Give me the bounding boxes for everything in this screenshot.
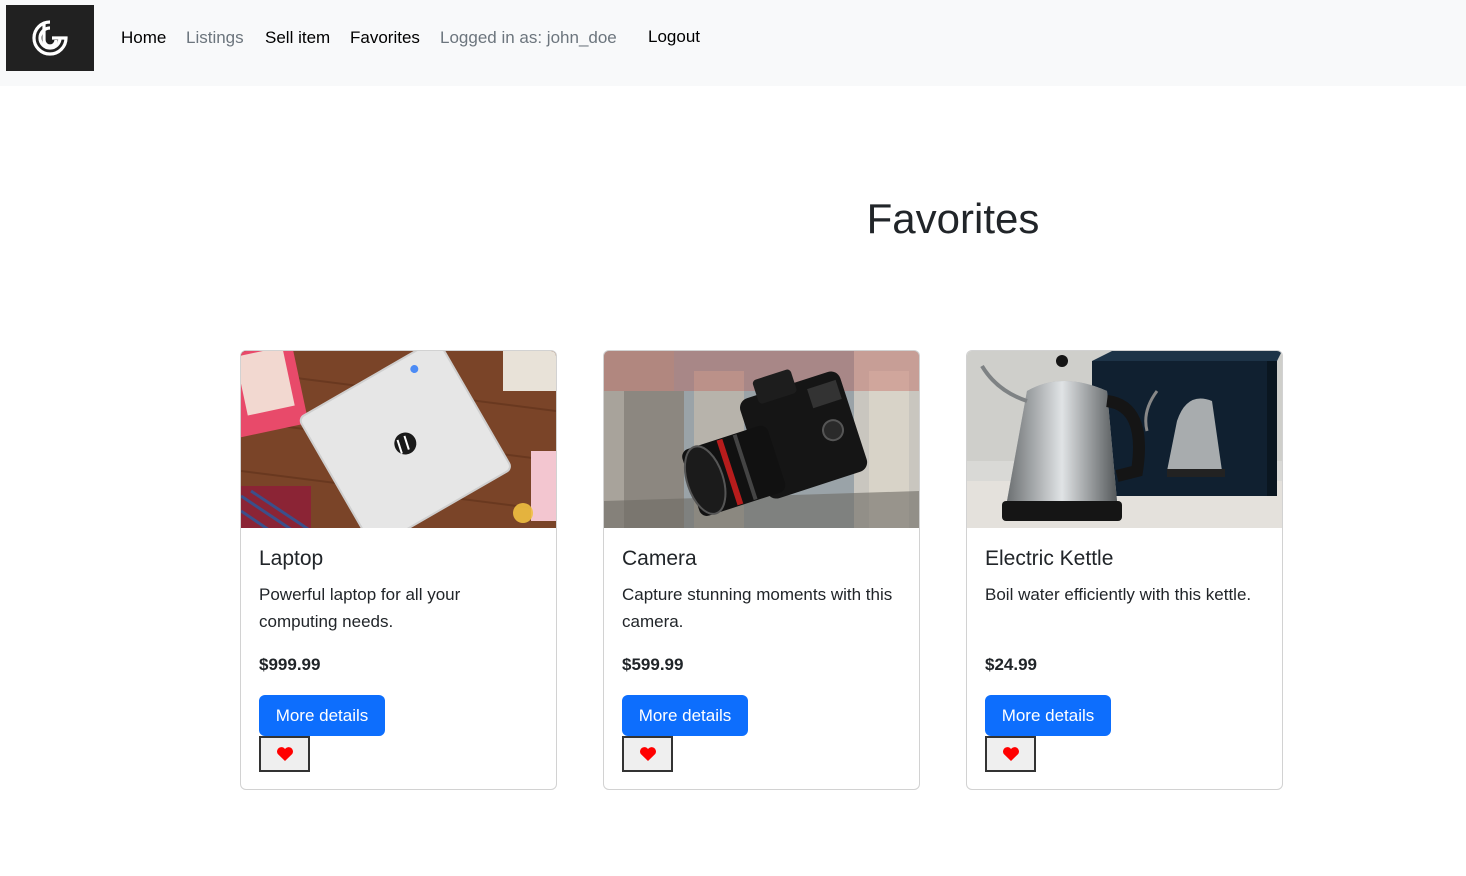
more-details-button[interactable]: More details xyxy=(622,695,748,736)
product-image-laptop xyxy=(241,351,556,528)
nav-listings[interactable]: Listings xyxy=(186,26,244,50)
product-image-camera xyxy=(604,351,919,528)
product-price: $24.99 xyxy=(985,655,1037,674)
product-description: Boil water efficiently with this kettle. xyxy=(985,585,1252,604)
brand-logo-icon xyxy=(32,20,68,56)
nav-favorites[interactable]: Favorites xyxy=(350,26,420,50)
product-title: Camera xyxy=(622,547,697,570)
product-title: Electric Kettle xyxy=(985,547,1114,570)
brand-logo[interactable] xyxy=(6,5,94,71)
favorite-toggle-button[interactable] xyxy=(985,736,1036,772)
heart-icon xyxy=(639,747,656,761)
more-details-button[interactable]: More details xyxy=(259,695,385,736)
product-description: Capture stunning moments with this camer… xyxy=(622,585,893,631)
favorite-toggle-button[interactable] xyxy=(622,736,673,772)
more-details-button[interactable]: More details xyxy=(985,695,1111,736)
page-title: Favorites xyxy=(866,195,1040,242)
product-description: Powerful laptop for all your computing n… xyxy=(259,585,461,631)
heart-icon xyxy=(276,747,293,761)
favorite-toggle-button[interactable] xyxy=(259,736,310,772)
product-price: $599.99 xyxy=(622,655,684,674)
nav-sell-item[interactable]: Sell item xyxy=(265,26,330,50)
product-card-camera: Camera Capture stunning moments with thi… xyxy=(603,350,920,790)
product-card-laptop: Laptop Powerful laptop for all your comp… xyxy=(240,350,557,790)
product-image-electric-kettle xyxy=(967,351,1282,528)
navbar: Home Listings Sell item Favorites Logged… xyxy=(0,0,1466,86)
logged-in-status: Logged in as: john_doe xyxy=(440,28,617,47)
product-title: Laptop xyxy=(259,547,324,570)
logout-button[interactable]: Logout xyxy=(648,25,700,49)
product-price: $999.99 xyxy=(259,655,321,674)
product-card-electric-kettle: Electric Kettle Boil water efficiently w… xyxy=(966,350,1283,790)
heart-icon xyxy=(1002,747,1019,761)
nav-home[interactable]: Home xyxy=(121,26,166,50)
